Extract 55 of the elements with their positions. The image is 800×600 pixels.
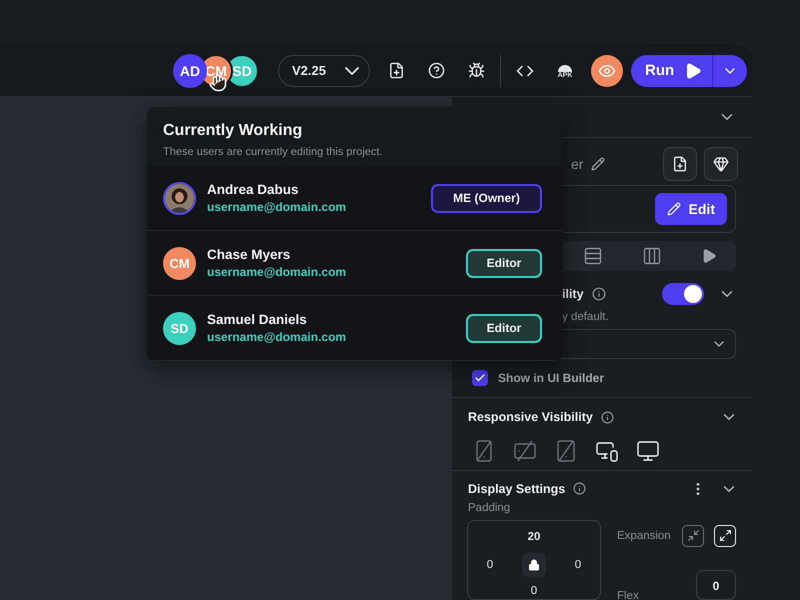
checkbox[interactable] — [472, 370, 488, 386]
padding-value[interactable]: 0 — [486, 558, 494, 571]
play-icon[interactable] — [700, 248, 716, 264]
user-email: username@domain.com — [207, 200, 348, 214]
popup-subtitle: These users are currently editing this project. — [163, 146, 384, 158]
info-icon[interactable] — [573, 482, 586, 496]
padding-value[interactable]: 20 — [528, 530, 540, 543]
role-button[interactable]: Editor — [466, 248, 542, 278]
edit-button[interactable]: Edit — [654, 193, 727, 226]
field-label: Expansion — [617, 530, 671, 542]
shrink-button[interactable] — [682, 524, 704, 547]
lock-icon[interactable] — [522, 552, 546, 577]
info-icon[interactable] — [592, 287, 606, 302]
android-icon — [557, 62, 573, 72]
role-button[interactable]: Editor — [466, 314, 542, 342]
user-avatar: CM — [163, 246, 196, 280]
user-avatar: SD — [163, 312, 196, 344]
add-component-button[interactable] — [663, 146, 697, 181]
expand-icon — [718, 529, 732, 542]
visibility-toggle[interactable] — [662, 283, 704, 306]
widget-name: er — [571, 156, 584, 172]
padding-value[interactable]: 0 — [530, 584, 538, 597]
desktop-icon[interactable] — [636, 438, 660, 463]
user-email: username@domain.com — [207, 265, 348, 279]
shrink-icon — [686, 529, 700, 542]
version-dropdown[interactable]: V2.25 — [278, 54, 370, 86]
field-label: Flex — [617, 590, 639, 600]
flex-field[interactable]: 0 — [696, 570, 736, 600]
columns-icon[interactable] — [642, 246, 662, 266]
user-name: Chase Myers — [207, 247, 292, 262]
popup-title: Currently Working — [163, 122, 304, 140]
play-icon — [684, 62, 702, 80]
chevron-icon — [345, 66, 359, 74]
landscape-icon[interactable] — [513, 438, 537, 463]
role-button[interactable]: ME (Owner) — [431, 184, 542, 212]
rows-icon[interactable] — [582, 246, 602, 266]
user-avatar[interactable]: AD — [173, 54, 207, 88]
user-name: Samuel Daniels — [207, 312, 308, 327]
file-plus-icon — [672, 156, 688, 172]
preview-button[interactable] — [591, 54, 623, 86]
padding-value[interactable]: 0 — [574, 558, 582, 571]
section-title: Display Settings — [468, 482, 566, 496]
user-email: username@domain.com — [207, 330, 348, 344]
field-label: Padding — [468, 502, 510, 514]
gem-button[interactable] — [704, 146, 738, 181]
pencil-icon[interactable] — [591, 156, 606, 171]
expand-button[interactable] — [714, 524, 736, 547]
user-name: Andrea Dabus — [207, 182, 300, 197]
section-title: Responsive Visibility — [468, 410, 593, 424]
padding-editor[interactable]: 20 0 0 0 — [467, 520, 601, 600]
info-icon[interactable] — [600, 410, 614, 424]
gem-icon — [713, 156, 729, 172]
section-title: ility — [562, 287, 584, 302]
checkbox-label: Show in UI Builder — [498, 371, 604, 386]
pencil-icon — [666, 202, 681, 216]
